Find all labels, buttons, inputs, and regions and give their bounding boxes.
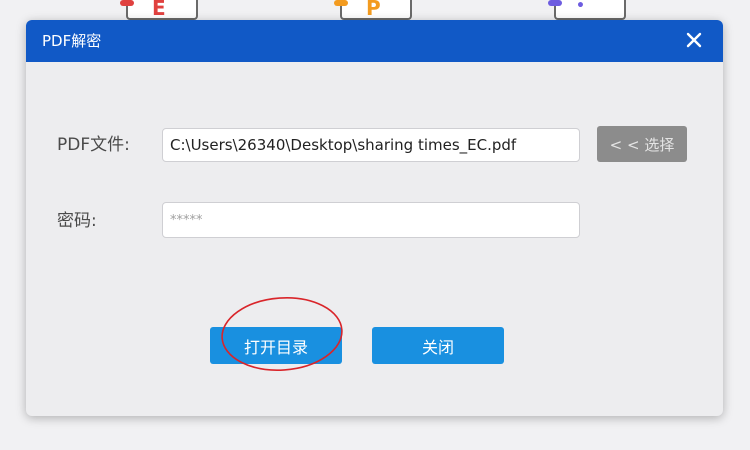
orange-document-icon: P: [334, 0, 412, 20]
pdf-path-input[interactable]: [162, 128, 580, 162]
pdf-file-label: PDF文件:: [57, 135, 130, 155]
select-file-button[interactable]: < < 选择: [597, 126, 687, 162]
open-directory-button[interactable]: 打开目录: [210, 327, 342, 364]
purple-document-icon: •: [548, 0, 626, 20]
pdf-decrypt-dialog: PDF解密 PDF文件: < < 选择 密码: 打开目录 关闭: [26, 20, 723, 416]
red-document-icon: E: [120, 0, 198, 20]
close-button[interactable]: 关闭: [372, 327, 504, 364]
icon-glyph: E: [152, 0, 166, 20]
close-icon[interactable]: [683, 29, 705, 51]
password-label: 密码:: [57, 211, 97, 231]
dialog-title-bar: PDF解密: [26, 20, 723, 62]
password-input[interactable]: [162, 202, 580, 238]
dialog-title: PDF解密: [42, 32, 102, 50]
icon-glyph: •: [576, 0, 585, 14]
icon-glyph: P: [366, 0, 381, 20]
